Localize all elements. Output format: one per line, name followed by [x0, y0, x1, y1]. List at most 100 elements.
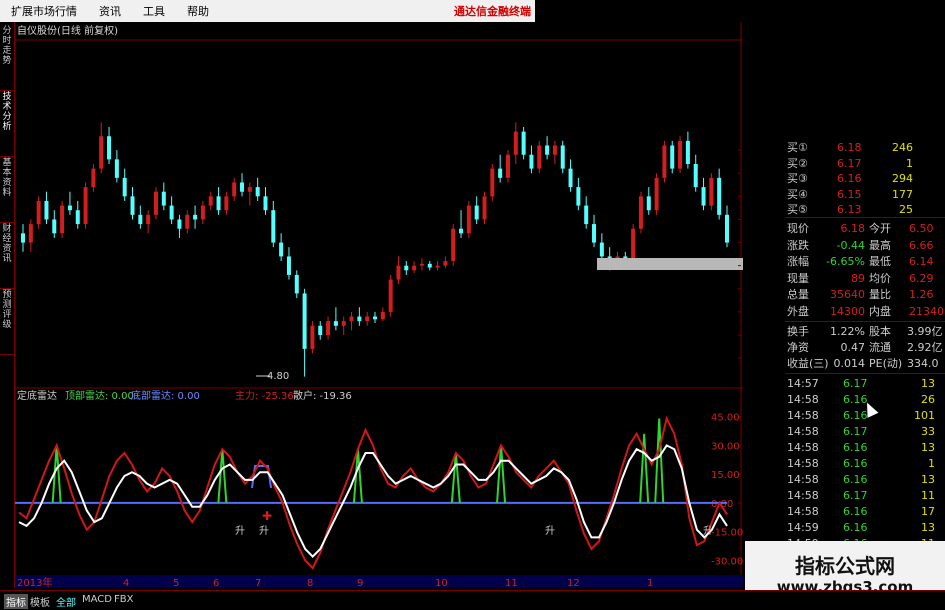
candle-body — [161, 191, 166, 206]
quote-row: 换手 1.22% 股本 3.99亿 — [785, 324, 945, 339]
tab-fundamentals[interactable]: 基本资料 — [0, 158, 14, 223]
tick-volume: 26 — [921, 393, 935, 406]
candle-body — [388, 279, 393, 312]
menu-item-help[interactable]: 帮助 — [176, 3, 220, 19]
candle-body — [459, 228, 464, 234]
quote-value: 35640 — [830, 288, 865, 301]
quote-value: 1.26 — [909, 288, 934, 301]
main-force-label: 主力: -25.36 — [235, 389, 294, 402]
quote-row: 14:58 6.17 33 — [785, 424, 945, 439]
quote-row: 14:58 6.16 13 — [785, 440, 945, 455]
left-tab-bar: 分时走势 技术分析 基本资料 财经资讯 预测评级 — [0, 22, 15, 588]
candle-body — [169, 205, 174, 220]
indicator-tick-label: 15.00 — [711, 470, 740, 481]
quote-value: 89 — [851, 271, 865, 285]
candle-body — [294, 274, 299, 294]
candle-body — [678, 140, 683, 169]
fund-value: 2.92亿 — [907, 341, 943, 354]
candle-body — [208, 196, 213, 206]
candle-body — [443, 261, 448, 266]
tick-volume: 17 — [921, 505, 935, 518]
candle-body — [709, 177, 714, 206]
tick-price: 6.16 — [843, 505, 868, 518]
quote-label: 总量 — [787, 288, 809, 301]
candle-body — [568, 168, 573, 188]
quote-row: 买② 6.17 1 — [785, 156, 945, 171]
radar-signal-spike — [654, 418, 665, 503]
tick-volume: 1 — [928, 457, 935, 470]
candle-body — [91, 168, 96, 188]
tab-indicator[interactable]: 指标 — [4, 594, 28, 609]
tick-time: 14:58 — [787, 425, 819, 438]
candle-body — [513, 131, 518, 155]
tab-all[interactable]: 全部 — [56, 594, 76, 609]
quote-row: 现价 6.18 今开 6.50 — [785, 221, 945, 236]
bid-price: 6.18 — [837, 141, 862, 154]
quote-label: 今开 — [869, 222, 891, 235]
menu-item-news[interactable]: 资讯 — [88, 3, 132, 19]
price-band — [597, 258, 743, 270]
tab-forecast[interactable]: 预测评级 — [0, 290, 14, 355]
fund-label: 净资 — [787, 341, 809, 354]
tab-macd[interactable]: MACD — [82, 594, 112, 605]
bid-label: 买② — [787, 156, 808, 170]
tick-price: 6.16 — [843, 521, 868, 534]
candle-body — [576, 187, 581, 206]
candle-body — [404, 265, 409, 271]
candle-body — [521, 131, 526, 155]
tab-technical[interactable]: 技术分析 — [0, 92, 14, 157]
bid-price: 6.16 — [837, 172, 862, 185]
bottom-radar-label: 底部雷达: 0.00 — [131, 389, 200, 402]
menu-item-extended-market[interactable]: 扩展市场行情 — [0, 3, 88, 19]
quote-row: 现量 89 均价 6.29 — [785, 271, 945, 286]
candle-body — [725, 214, 729, 243]
menu-bar: 扩展市场行情 资讯 工具 帮助 通达信金融终端 — [0, 0, 535, 22]
date-tick-label: 1 — [647, 578, 653, 588]
radar-signal-spike — [217, 449, 228, 503]
date-tick-label: 6 — [213, 578, 219, 588]
top-radar-label: 顶部雷达: 0.00 — [65, 389, 134, 402]
tick-volume: 13 — [921, 377, 935, 390]
indicator-legend: 定底雷达 顶部雷达: 0.00 底部雷达: 0.00 主力: -25.36 散户… — [17, 389, 352, 402]
candle-body — [717, 177, 722, 215]
price-chart — [21, 122, 729, 377]
candle-body — [271, 210, 276, 243]
quote-label: 涨幅 — [787, 255, 809, 268]
candle-body — [349, 316, 354, 322]
signal-cross-icon: ✚ — [262, 509, 272, 523]
bid-volume: 177 — [892, 187, 913, 201]
tick-time: 14:58 — [787, 489, 819, 502]
candle-body — [286, 256, 291, 275]
quote-value: 14300 — [830, 304, 865, 318]
tick-price: 6.17 — [843, 489, 868, 502]
fund-label: PE(动) — [869, 357, 903, 370]
candle-body — [599, 242, 604, 257]
candle-body — [685, 140, 690, 164]
candle-body — [584, 205, 589, 225]
candle-body — [240, 182, 245, 192]
quote-value: 6.66 — [909, 238, 934, 252]
quote-row: 14:58 6.16 13 — [785, 472, 945, 487]
quote-label: 量比 — [869, 288, 891, 301]
tab-template[interactable]: 模板 — [30, 594, 50, 609]
signal-marker: 升 — [545, 525, 555, 537]
chart-area[interactable]: 自仪股份(日线 前复权) 7.257.006.756.506.256.005.7… — [15, 22, 743, 588]
candle-body — [490, 168, 495, 197]
signal-marker: 升 — [703, 525, 713, 537]
candle-body — [357, 316, 362, 322]
candle-body — [216, 196, 221, 211]
tab-intraday[interactable]: 分时走势 — [0, 26, 14, 91]
tab-fbx[interactable]: FBX — [114, 594, 133, 605]
fund-value: 0.014 — [833, 357, 866, 370]
fund-value: 0.47 — [840, 341, 866, 354]
indicator-tick-label: 45.00 — [711, 413, 740, 424]
candle-body — [107, 136, 112, 160]
quote-label: 涨跌 — [787, 238, 809, 252]
tick-time: 14:58 — [787, 505, 819, 518]
menu-item-tools[interactable]: 工具 — [132, 3, 176, 19]
quote-panel: 买① 6.18 246 买② 6.17 1 买③ 6.16 294 买④ 6.15 177 买⑤ 6.13… — [785, 138, 945, 582]
stock-title: 自仪股份(日线 前复权) — [17, 24, 118, 37]
candle-body — [560, 145, 565, 169]
tab-finance-news[interactable]: 财经资讯 — [0, 224, 14, 289]
candle-body — [200, 205, 205, 220]
